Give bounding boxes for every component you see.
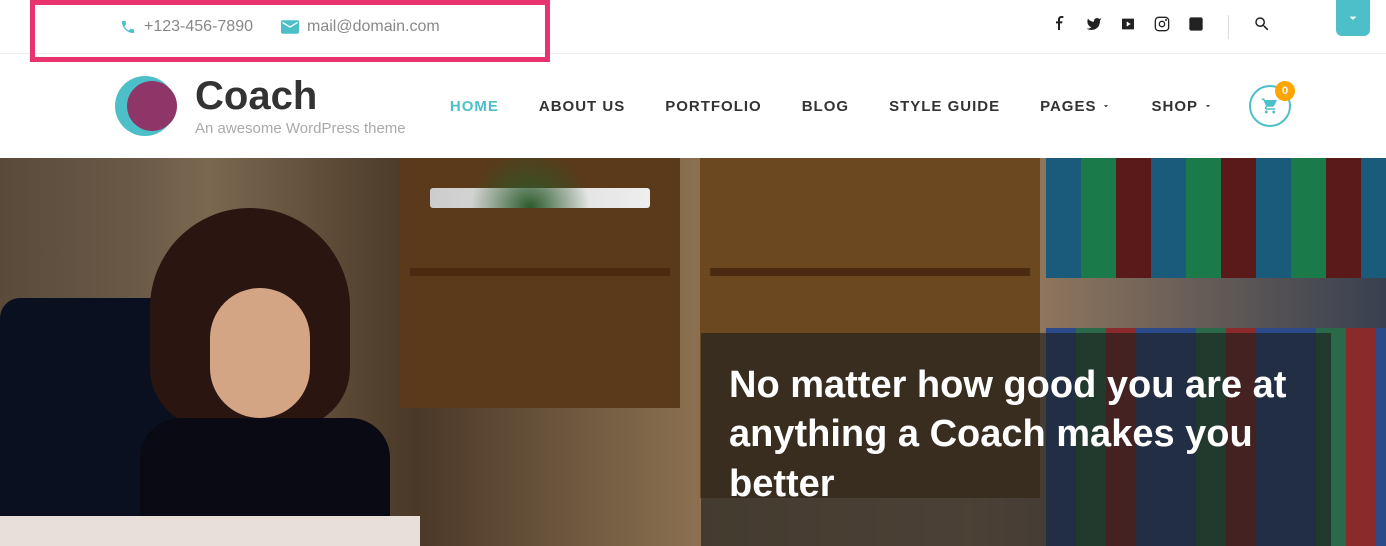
expand-panel-tab[interactable]	[1336, 0, 1370, 36]
email-icon	[281, 20, 299, 34]
instagram-link[interactable]	[1154, 16, 1170, 37]
nav-about[interactable]: ABOUT US	[539, 98, 625, 115]
nav-blog[interactable]: BLOG	[802, 98, 849, 115]
nav-portfolio[interactable]: PORTFOLIO	[665, 98, 762, 115]
nav-home[interactable]: HOME	[450, 98, 499, 115]
cart-icon	[1261, 97, 1279, 115]
search-icon	[1253, 15, 1271, 33]
nav-styleguide[interactable]: STYLE GUIDE	[889, 98, 1000, 115]
site-title: Coach	[195, 76, 406, 116]
site-tagline: An awesome WordPress theme	[195, 120, 406, 137]
main-navbar: Coach An awesome WordPress theme HOME AB…	[0, 54, 1386, 158]
email-link[interactable]: mail@domain.com	[281, 18, 440, 36]
chevron-down-icon	[1203, 101, 1213, 111]
nav-shop[interactable]: SHOP	[1151, 98, 1213, 115]
hero-text-box: No matter how good you are at anything a…	[701, 333, 1331, 546]
phone-text: +123-456-7890	[144, 18, 253, 36]
twitter-icon	[1086, 16, 1102, 32]
nav-menu: HOME ABOUT US PORTFOLIO BLOG STYLE GUIDE…	[450, 98, 1213, 115]
twitter-link[interactable]	[1086, 16, 1102, 37]
youtube-icon	[1120, 16, 1136, 32]
email-text: mail@domain.com	[307, 18, 440, 36]
phone-link[interactable]: +123-456-7890	[120, 18, 253, 36]
brand-text: Coach An awesome WordPress theme	[195, 76, 406, 137]
phone-icon	[120, 19, 136, 35]
divider	[1228, 15, 1229, 39]
googleplus-icon	[1188, 16, 1204, 32]
cart-count-badge: 0	[1275, 81, 1295, 101]
nav-pages[interactable]: PAGES	[1040, 98, 1111, 115]
facebook-link[interactable]	[1052, 16, 1068, 37]
search-button[interactable]	[1253, 15, 1271, 38]
chevron-down-icon	[1345, 10, 1361, 26]
logo-icon	[115, 74, 179, 138]
brand[interactable]: Coach An awesome WordPress theme	[115, 74, 406, 138]
instagram-icon	[1154, 16, 1170, 32]
hero-section: No matter how good you are at anything a…	[0, 158, 1386, 546]
googleplus-link[interactable]	[1188, 16, 1204, 37]
cart-button[interactable]: 0	[1249, 85, 1291, 127]
facebook-icon	[1052, 16, 1068, 32]
contact-info: +123-456-7890 mail@domain.com	[30, 18, 440, 36]
hero-headline: No matter how good you are at anything a…	[729, 361, 1303, 509]
top-bar: +123-456-7890 mail@domain.com	[0, 0, 1386, 54]
social-icons	[1052, 15, 1271, 39]
youtube-link[interactable]	[1120, 16, 1136, 37]
chevron-down-icon	[1101, 101, 1111, 111]
